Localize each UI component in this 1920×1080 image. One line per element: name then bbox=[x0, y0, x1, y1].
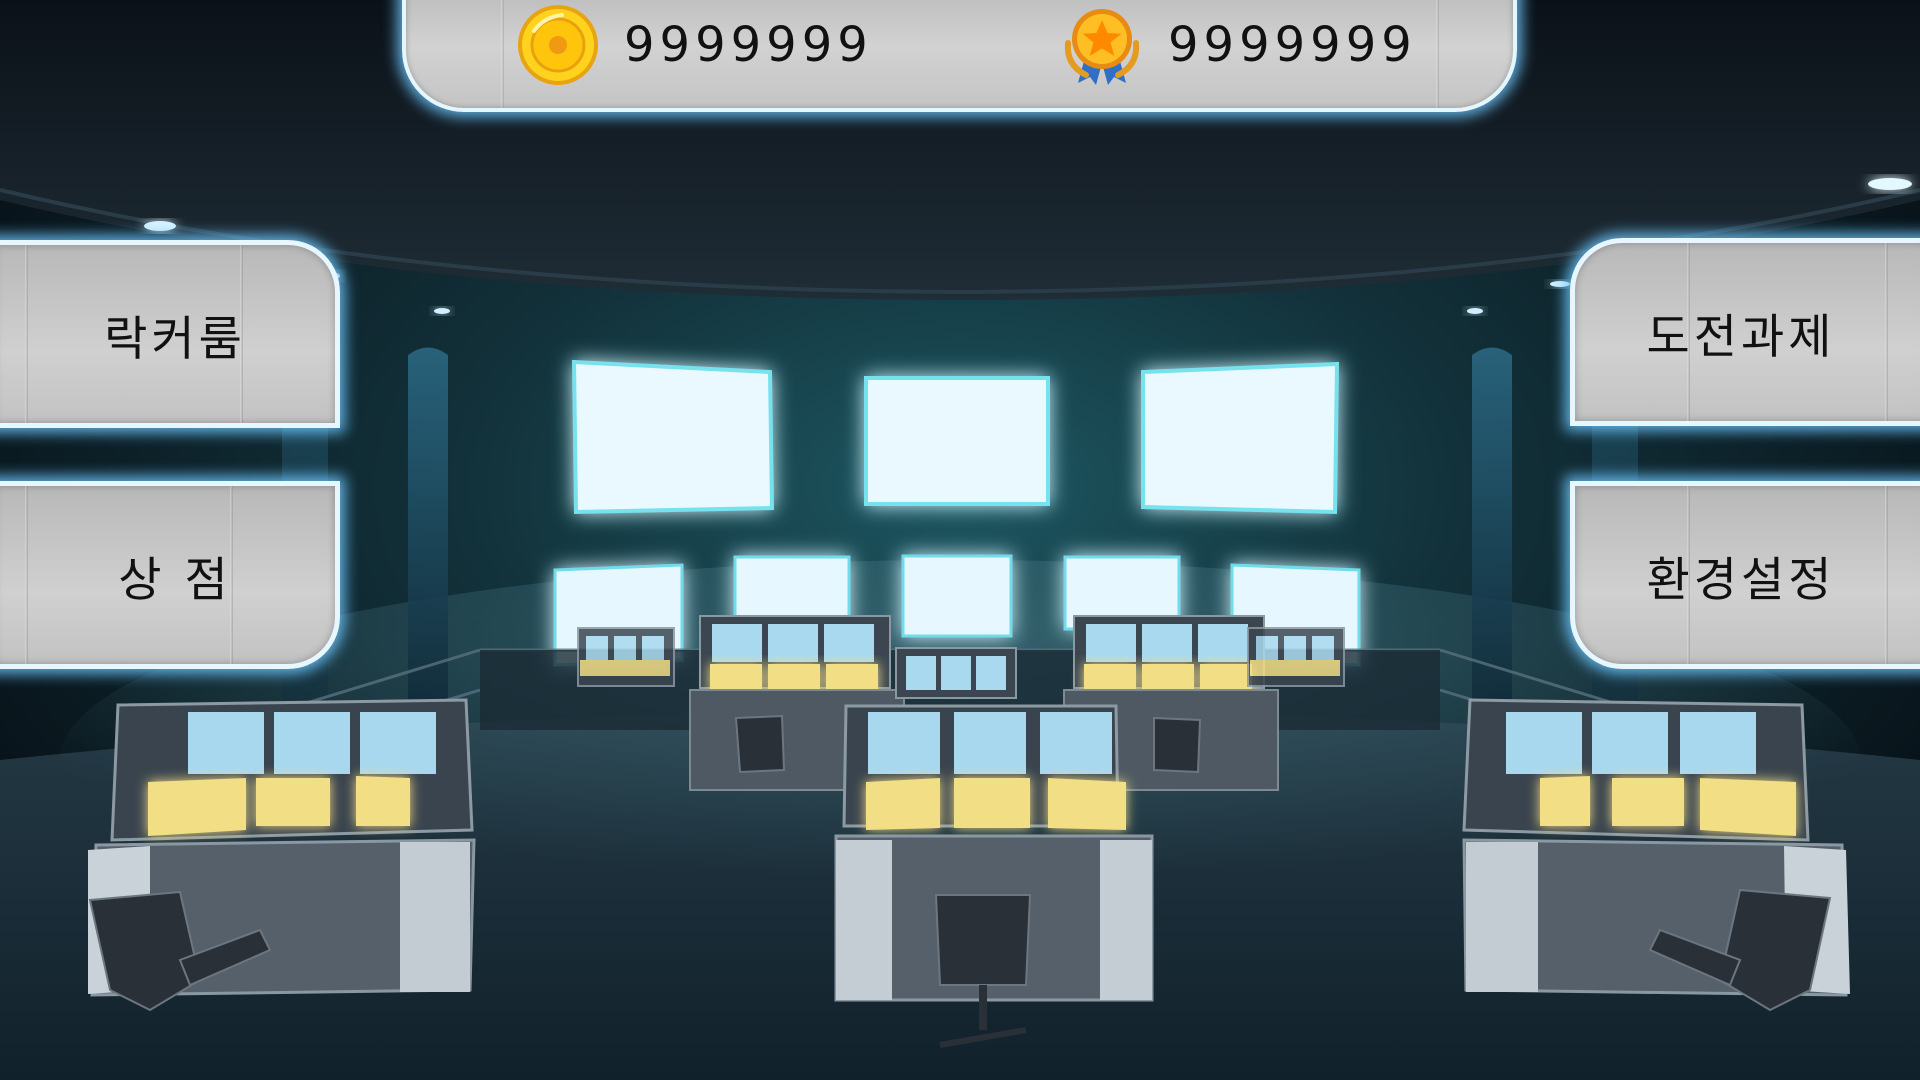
shop-button[interactable]: 상 점 bbox=[0, 481, 340, 669]
gold-coin-icon bbox=[518, 5, 598, 85]
resource-bar: 9999999 9999999 bbox=[402, 0, 1517, 112]
divider bbox=[25, 245, 28, 423]
medal-counter: 9999999 bbox=[1060, 0, 1417, 90]
locker-room-label: 락커룸 bbox=[104, 311, 246, 367]
challenges-label: 도전과제 bbox=[1646, 309, 1836, 365]
divider bbox=[1885, 486, 1888, 664]
game-lobby: 9999999 9999999 락커룸 상 점 도전과제 환경설정 bbox=[0, 0, 1920, 1080]
star-medal-icon bbox=[1064, 9, 1140, 85]
divider bbox=[25, 486, 28, 664]
divider bbox=[1436, 0, 1439, 108]
challenges-button[interactable]: 도전과제 bbox=[1570, 238, 1920, 426]
locker-room-button[interactable]: 락커룸 bbox=[0, 240, 340, 428]
settings-button[interactable]: 환경설정 bbox=[1570, 481, 1920, 669]
divider bbox=[1885, 243, 1888, 421]
coin-counter: 9999999 bbox=[516, 0, 873, 90]
coin-value: 9999999 bbox=[624, 17, 873, 73]
medal-value: 9999999 bbox=[1168, 17, 1417, 73]
settings-label: 환경설정 bbox=[1646, 552, 1836, 608]
shop-label: 상 점 bbox=[118, 552, 232, 608]
divider bbox=[501, 0, 504, 108]
